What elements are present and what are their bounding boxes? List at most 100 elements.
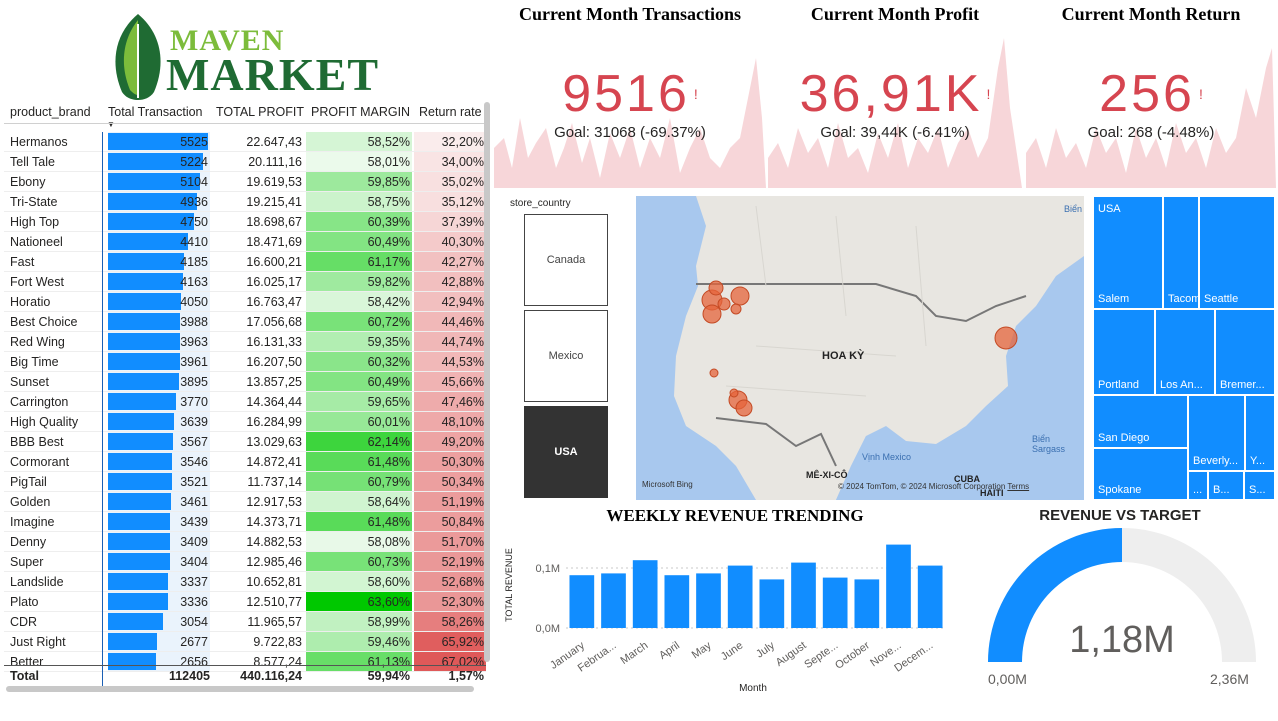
header-total-profit[interactable]: TOTAL PROFIT <box>216 102 304 122</box>
slicer-title: store_country <box>510 198 571 209</box>
treemap-cell-small-1[interactable]: ... <box>1188 471 1208 500</box>
revenue-bar <box>759 579 785 628</box>
table-row[interactable]: Red Wing 3963 16.131,33 59,35% 44,74% <box>4 332 486 352</box>
cell-margin: 60,01% <box>306 412 412 432</box>
header-product-brand[interactable]: product_brand <box>10 102 91 122</box>
cell-margin: 58,75% <box>306 192 412 212</box>
treemap-cell-san-diego[interactable]: San Diego <box>1093 395 1188 448</box>
treemap-cell-small-3[interactable]: S... <box>1244 471 1275 500</box>
treemap-cell-tacoma[interactable]: Tacoma <box>1163 196 1199 309</box>
slicer-option-canada[interactable]: Canada <box>524 214 608 306</box>
cell-margin: 58,08% <box>306 532 412 552</box>
table-row[interactable]: Denny 3409 14.882,53 58,08% 51,70% <box>4 532 486 552</box>
table-row[interactable]: Tri-State 4936 19.215,41 58,75% 35,12% <box>4 192 486 212</box>
table-row[interactable]: Fast 4185 16.600,21 61,17% 42,27% <box>4 252 486 272</box>
table-row[interactable]: Best Choice 3988 17.056,68 60,72% 44,46% <box>4 312 486 332</box>
table-row[interactable]: Carrington 3770 14.364,44 59,65% 47,46% <box>4 392 486 412</box>
transaction-bar <box>108 513 171 530</box>
slicer-option-usa[interactable]: USA <box>524 406 608 498</box>
table-row[interactable]: Horatio 4050 16.763,47 58,42% 42,94% <box>4 292 486 312</box>
cell-transactions: 4163 <box>108 272 210 292</box>
revenue-bar <box>854 579 880 628</box>
treemap-cell-seattle[interactable]: Seattle <box>1199 196 1275 309</box>
cell-margin: 60,79% <box>306 472 412 492</box>
kpi-value: 9516! <box>562 65 698 123</box>
treemap-cell-bremerton[interactable]: Bremer... <box>1215 309 1275 395</box>
table-row[interactable]: PigTail 3521 11.737,14 60,79% 50,34% <box>4 472 486 492</box>
store-map[interactable]: Biển Biển Sargass Vịnh Mexico HOA KỲ MÊ-… <box>636 196 1084 500</box>
table-row[interactable]: High Quality 3639 16.284,99 60,01% 48,10% <box>4 412 486 432</box>
kpi-card-profit[interactable]: Current Month Profit 36,91K! Goal: 39,44… <box>768 0 1022 188</box>
cell-return-rate: 58,26% <box>414 612 486 632</box>
maven-market-logo: MAVEN MARKET <box>108 12 388 100</box>
table-row[interactable]: Imagine 3439 14.373,71 61,48% 50,84% <box>4 512 486 532</box>
cell-profit: 13.857,25 <box>246 375 302 389</box>
transaction-bar <box>108 593 169 610</box>
map-bubble <box>729 388 739 398</box>
transaction-bar <box>108 253 184 270</box>
table-row[interactable]: CDR 3054 11.965,57 58,99% 58,26% <box>4 612 486 632</box>
header-return-rate[interactable]: Return rate <box>419 102 482 122</box>
table-row[interactable]: Landslide 3337 10.652,81 58,60% 52,68% <box>4 572 486 592</box>
map-bubble <box>717 297 731 311</box>
table-row[interactable]: Fort West 4163 16.025,17 59,82% 42,88% <box>4 272 486 292</box>
cell-profit: 19.215,41 <box>246 195 302 209</box>
table-row[interactable]: Tell Tale 5224 20.111,16 58,01% 34,00% <box>4 152 486 172</box>
table-row[interactable]: Cormorant 3546 14.872,41 61,48% 50,30% <box>4 452 486 472</box>
slicer-option-mexico[interactable]: Mexico <box>524 310 608 402</box>
cell-transactions: 3404 <box>108 552 210 572</box>
cell-transactions: 3409 <box>108 532 210 552</box>
cell-transactions: 5104 <box>108 172 210 192</box>
treemap-cell-small-2[interactable]: B... <box>1208 471 1244 500</box>
header-profit-margin[interactable]: PROFIT MARGIN <box>311 102 410 122</box>
transaction-bar <box>108 613 164 630</box>
cell-margin: 60,49% <box>306 372 412 392</box>
treemap-cell-spokane[interactable]: Spokane <box>1093 448 1188 500</box>
transaction-bar <box>108 413 174 430</box>
table-row[interactable]: Sunset 3895 13.857,25 60,49% 45,66% <box>4 372 486 392</box>
map-bubble <box>994 326 1018 350</box>
table-row[interactable]: BBB Best 3567 13.029,63 62,14% 49,20% <box>4 432 486 452</box>
cell-brand: Fort West <box>10 275 64 289</box>
cell-return-rate: 50,84% <box>414 512 486 532</box>
revenue-bar <box>696 573 721 628</box>
cell-return-rate: 35,12% <box>414 192 486 212</box>
x-axis-title: Month <box>739 683 767 694</box>
treemap-cell-beverly-hills[interactable]: Beverly... <box>1188 395 1245 471</box>
table-row[interactable]: Nationeel 4410 18.471,69 60,49% 40,30% <box>4 232 486 252</box>
transaction-bar <box>108 473 172 490</box>
header-total-transaction[interactable]: Total Transaction <box>108 102 203 122</box>
table-row[interactable]: Golden 3461 12.917,53 58,64% 51,19% <box>4 492 486 512</box>
table-vertical-scrollbar[interactable] <box>484 102 490 662</box>
treemap-cell-yakima[interactable]: Y... <box>1245 395 1275 471</box>
table-row[interactable]: Just Right 2677 9.722,83 59,46% 65,92% <box>4 632 486 652</box>
transaction-bar <box>108 533 170 550</box>
table-row[interactable]: High Top 4750 18.698,67 60,39% 37,39% <box>4 212 486 232</box>
cell-transactions: 3639 <box>108 412 210 432</box>
kpi-card-transactions[interactable]: Current Month Transactions 9516! Goal: 3… <box>494 0 766 188</box>
x-tick-label: October <box>833 639 872 671</box>
map-terms-link[interactable]: Terms <box>1007 482 1029 491</box>
cell-return-rate: 48,10% <box>414 412 486 432</box>
table-row[interactable]: Ebony 5104 19.619,53 59,85% 35,02% <box>4 172 486 192</box>
cell-profit: 16.025,17 <box>246 275 302 289</box>
table-row[interactable]: Super 3404 12.985,46 60,73% 52,19% <box>4 552 486 572</box>
table-row[interactable]: Plato 3336 12.510,77 63,60% 52,30% <box>4 592 486 612</box>
kpi-card-return[interactable]: Current Month Return 256! Goal: 268 (-4.… <box>1026 0 1276 188</box>
transaction-bar <box>108 453 173 470</box>
cell-transactions: 3439 <box>108 512 210 532</box>
cell-transactions: 3988 <box>108 312 210 332</box>
table-row[interactable]: Hermanos 5525 22.647,43 58,52% 32,20% <box>4 132 486 152</box>
table-horizontal-scrollbar[interactable] <box>6 686 474 692</box>
revenue-bar <box>664 575 690 628</box>
treemap-cell-portland[interactable]: Portland <box>1093 309 1155 395</box>
kpi-goal: Goal: 31068 (-69.37%) <box>554 124 706 141</box>
cell-margin: 61,48% <box>306 512 412 532</box>
warning-icon: ! <box>693 86 698 102</box>
treemap-cell-los-angeles[interactable]: Los An... <box>1155 309 1215 395</box>
cell-brand: Ebony <box>10 175 46 189</box>
revenue-bar <box>886 544 911 628</box>
table-row[interactable]: Big Time 3961 16.207,50 60,32% 44,53% <box>4 352 486 372</box>
treemap-cell-salem[interactable]: USA Salem <box>1093 196 1163 309</box>
cell-brand: Carrington <box>10 395 69 409</box>
